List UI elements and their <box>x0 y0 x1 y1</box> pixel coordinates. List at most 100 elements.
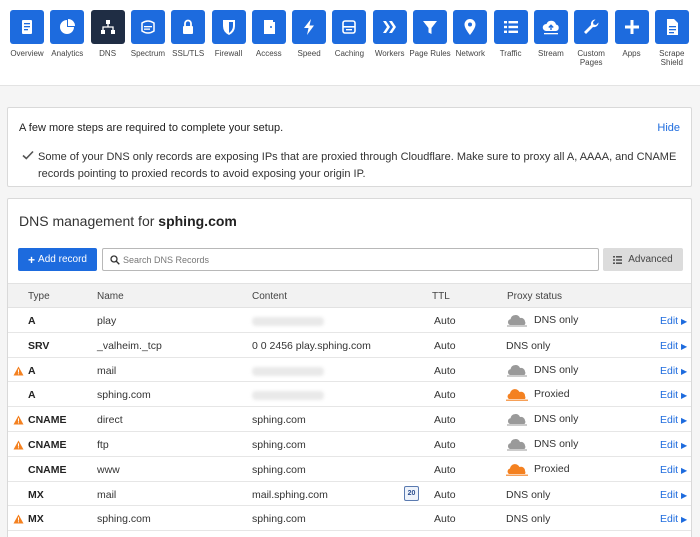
edit-link[interactable]: Edit ▶ <box>660 513 687 525</box>
search-icon <box>110 255 120 265</box>
record-type: A <box>28 315 36 327</box>
caret-right-icon: ▶ <box>681 366 688 376</box>
caret-right-icon: ▶ <box>681 317 688 326</box>
edit-label: Edit <box>660 513 679 526</box>
bolt-icon <box>304 19 315 35</box>
edit-label: Edit <box>660 414 679 427</box>
nav-item-custom-pages[interactable]: Custom Pages <box>571 10 611 67</box>
column-header-ttl: TTL <box>432 291 450 302</box>
table-row[interactable]: MX mail mail.sphing.com 20 Auto DNS only Edit … <box>8 482 691 507</box>
record-type: SRV <box>28 339 50 352</box>
record-name: direct <box>97 414 123 427</box>
record-name: sphing.com <box>97 513 151 526</box>
proxy-status: DNS only <box>506 513 550 525</box>
redacted-content <box>252 391 324 401</box>
setup-notice: A few more steps are required to complet… <box>7 107 692 187</box>
hide-link[interactable]: Hide <box>657 122 680 134</box>
analytics-icon <box>60 19 76 34</box>
add-record-button[interactable]: + Add record <box>18 248 97 271</box>
edit-link[interactable]: Edit ▶ <box>660 414 687 426</box>
record-ttl: Auto <box>434 513 456 526</box>
dns-title-prefix: DNS management for <box>19 213 155 229</box>
advanced-button[interactable]: Advanced <box>603 248 683 271</box>
cloud-upload-icon <box>542 20 559 35</box>
proxy-status-text: Proxied <box>534 462 570 475</box>
record-name: mail <box>97 364 117 377</box>
lock-icon <box>183 19 194 34</box>
edit-link[interactable]: Edit ▶ <box>660 389 687 401</box>
nav-tile <box>533 10 568 44</box>
advanced-label: Advanced <box>628 254 673 265</box>
record-ttl: Auto <box>434 488 456 501</box>
location-pin-icon <box>464 19 476 35</box>
proxy-status-text: DNS only <box>534 363 579 376</box>
record-ttl: Auto <box>434 339 456 352</box>
table-row[interactable]: Amail Auto DNS only Edit ▶ <box>8 358 691 383</box>
nav-item-stream[interactable]: Stream <box>531 10 571 58</box>
record-type: CNAME <box>28 438 67 451</box>
table-row[interactable]: CNAME www sphing.com Auto Proxied Edit ▶ <box>8 457 691 482</box>
table-row[interactable]: SRV _valheim._tcp 0 0 2456 play.sphing.com… <box>8 333 691 358</box>
setup-title: A few more steps are required to complet… <box>19 122 284 134</box>
proxy-status-text: DNS only <box>534 437 579 450</box>
table-row[interactable]: Aplay Auto DNS only Edit ▶ <box>8 308 691 333</box>
nav-tile <box>50 10 85 44</box>
table-row[interactable]: Asphing.com Auto Proxied Edit ▶ <box>8 382 691 408</box>
edit-link[interactable]: Edit ▶ <box>660 340 687 352</box>
list-icon <box>613 255 623 264</box>
dns-management-panel: DNS management for sphing.com + Add recor… <box>7 198 692 537</box>
warning-icon <box>13 415 24 425</box>
proxy-status-text: DNS only <box>506 339 551 352</box>
nav-tile <box>493 10 528 44</box>
edit-label: Edit <box>660 488 679 501</box>
nav-tile <box>251 10 286 44</box>
priority-badge: 20 <box>404 485 419 501</box>
proxy-status-text: Proxied <box>534 388 570 401</box>
edit-link[interactable]: Edit ▶ <box>660 439 687 451</box>
edit-link[interactable]: Edit ▶ <box>660 365 687 377</box>
proxy-status-text: DNS only <box>534 413 579 426</box>
proxy-status: DNS only <box>506 412 578 426</box>
search-input[interactable] <box>123 252 583 267</box>
nav-item-apps[interactable]: Apps <box>612 10 652 58</box>
nav-tile <box>90 10 125 44</box>
nav-tile <box>171 10 206 44</box>
record-name: ftp <box>97 438 109 451</box>
record-content: mail.sphing.com <box>252 488 328 501</box>
edit-link[interactable]: Edit ▶ <box>660 464 687 476</box>
column-header-type: Type <box>28 291 50 302</box>
record-type: A <box>28 364 36 377</box>
door-icon <box>263 20 275 34</box>
table-row[interactable]: CNAME direct sphing.com Auto DNS only Edit ▶ <box>8 407 691 432</box>
table-row[interactable]: MX sphing.com sphing.com Auto DNS only Edit ▶ <box>8 506 691 532</box>
nav-tile <box>211 10 246 44</box>
overview-icon <box>22 20 32 34</box>
warning-icon <box>13 514 24 524</box>
nav-label: Scrape Shield <box>659 49 685 67</box>
record-ttl: Auto <box>434 364 456 377</box>
proxy-status: DNS only <box>506 437 578 451</box>
column-header-name: Name <box>97 291 124 302</box>
caret-right-icon: ▶ <box>681 391 688 401</box>
caret-right-icon: ▶ <box>681 465 688 475</box>
column-header-proxy-status: Proxy status <box>507 291 563 302</box>
proxied-cloud-icon <box>506 389 528 402</box>
nav-tile <box>292 10 327 44</box>
dns-title: DNS management for sphing.com <box>19 213 237 229</box>
record-type: CNAME <box>28 463 67 476</box>
nav-tile <box>574 10 609 44</box>
filter-icon <box>423 21 437 34</box>
proxy-status-text: DNS only <box>506 513 551 526</box>
edit-link[interactable]: Edit ▶ <box>660 489 687 501</box>
table-row[interactable]: CNAME ftp sphing.com Auto DNS only Edit ▶ <box>8 432 691 457</box>
nav-item-scrape-shield[interactable]: Scrape Shield <box>652 10 692 67</box>
proxy-status: Proxied <box>506 387 570 402</box>
spectrum-icon <box>141 20 155 34</box>
checkmark-icon <box>22 150 34 160</box>
record-ttl: Auto <box>434 463 456 476</box>
edit-label: Edit <box>660 389 679 402</box>
warning-icon <box>13 366 24 376</box>
nav-tile <box>372 10 407 44</box>
caret-right-icon: ▶ <box>681 515 688 525</box>
edit-link[interactable]: Edit ▶ <box>660 315 687 327</box>
